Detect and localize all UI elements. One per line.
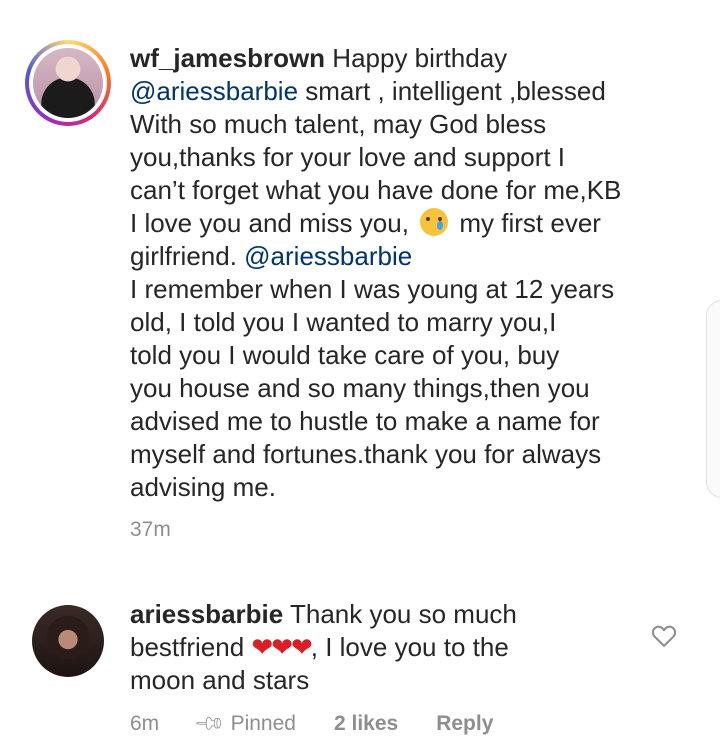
mention-link[interactable]: @ariessbarbie xyxy=(244,241,412,271)
scroll-handle[interactable] xyxy=(706,300,720,498)
username[interactable]: wf_jamesbrown xyxy=(130,43,325,73)
likes-count-link[interactable]: 2 likes xyxy=(334,712,398,736)
mention-link[interactable]: @ariessbarbie xyxy=(130,76,298,106)
comment-text: ariessbarbie Thank you so much bestfrien… xyxy=(130,599,517,695)
username[interactable]: ariessbarbie xyxy=(130,599,283,629)
comment-text: wf_jamesbrown Happy birthday @ariessbarb… xyxy=(130,43,622,502)
pinned-indicator: 📌︎ Pinned xyxy=(192,707,296,741)
heart-outline-icon[interactable] xyxy=(650,622,678,650)
timestamp: 37m xyxy=(130,518,171,541)
red-hearts-emoji: ❤❤❤ xyxy=(251,632,312,662)
crying-face-emoji-icon xyxy=(420,208,449,236)
comment-meta: 6m 📌︎ Pinned 2 likes Reply xyxy=(130,707,531,741)
pin-icon: 📌︎ xyxy=(192,707,227,741)
timestamp: 6m xyxy=(130,711,160,735)
avatar-wf-jamesbrown[interactable] xyxy=(33,48,103,118)
comment-meta: 37m xyxy=(130,518,171,542)
reply-button[interactable]: Reply xyxy=(436,712,493,736)
avatar-ariessbarbie[interactable] xyxy=(32,605,104,677)
